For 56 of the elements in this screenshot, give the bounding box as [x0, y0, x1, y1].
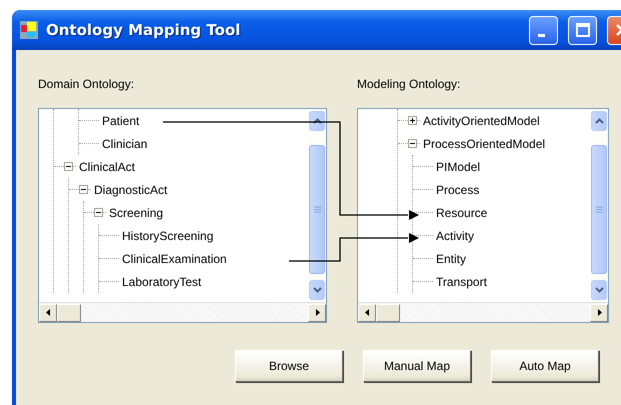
- tree-item[interactable]: ActivityOrientedModel: [420, 114, 540, 128]
- tree-item[interactable]: Transport: [433, 274, 487, 288]
- plus-icon: [409, 117, 416, 124]
- collapse-toggle[interactable]: [94, 208, 103, 217]
- collapse-toggle[interactable]: [79, 185, 88, 194]
- grip-icon: [596, 206, 602, 213]
- scrollbar-thumb[interactable]: [591, 145, 607, 274]
- tree-item[interactable]: Resource: [433, 206, 488, 220]
- maximize-button[interactable]: [568, 16, 597, 44]
- action-button[interactable]: Browse: [235, 350, 343, 382]
- scroll-up-button[interactable]: [309, 111, 325, 131]
- app-icon: [20, 21, 38, 39]
- scroll-down-button[interactable]: [591, 280, 607, 300]
- expand-toggle[interactable]: [408, 116, 417, 125]
- collapse-toggle[interactable]: [64, 162, 73, 171]
- chevron-up-icon: [312, 118, 322, 124]
- tree-item[interactable]: HistoryScreening: [119, 228, 214, 242]
- chevron-down-icon: [312, 287, 322, 293]
- minus-icon: [65, 163, 72, 170]
- minus-icon: [80, 186, 87, 193]
- tree-view[interactable]: ActivityOrientedModel ProcessOrientedModel PIModel Process Resource Activity Entity Transport: [357, 108, 609, 323]
- tree-item[interactable]: ClinicalExamination: [119, 252, 227, 266]
- chevron-down-icon: [594, 287, 604, 293]
- tree-item[interactable]: ClinicalAct: [76, 160, 136, 174]
- tree-item[interactable]: DiagnosticAct: [91, 182, 168, 196]
- minus-icon: [95, 209, 102, 216]
- scroll-down-button[interactable]: [309, 280, 325, 300]
- collapse-toggle[interactable]: [408, 139, 417, 148]
- minimize-button[interactable]: [529, 16, 558, 44]
- window-title: Ontology Mapping Tool: [46, 21, 242, 39]
- panel-label: Domain Ontology:: [38, 77, 136, 91]
- tree-view[interactable]: Patient Clinician ClinicalAct DiagnosticAct Screening HistoryScreening ClinicalExamination LaboratoryTest: [38, 108, 327, 323]
- action-button[interactable]: Manual Map: [363, 350, 471, 382]
- action-button[interactable]: Auto Map: [491, 350, 599, 382]
- tree-item[interactable]: LaboratoryTest: [119, 274, 202, 288]
- scrollbar-thumb[interactable]: [309, 145, 325, 274]
- scroll-left-button[interactable]: [39, 304, 57, 322]
- scroll-right-button[interactable]: [308, 304, 326, 322]
- panel-label: Modeling Ontology:: [357, 77, 462, 91]
- tree-item[interactable]: Clinician: [99, 136, 148, 150]
- tree-item[interactable]: ProcessOrientedModel: [420, 136, 546, 150]
- scroll-right-button[interactable]: [590, 304, 608, 322]
- minimize-icon: [538, 34, 545, 36]
- tree-item[interactable]: Activity: [433, 228, 474, 242]
- grip-icon: [314, 206, 320, 213]
- scroll-left-button[interactable]: [358, 304, 376, 322]
- left-triangle-icon: [362, 308, 372, 317]
- maximize-icon: [574, 22, 590, 38]
- tree-item[interactable]: PIModel: [433, 160, 480, 174]
- tree-item[interactable]: Entity: [433, 252, 466, 266]
- minus-icon: [409, 140, 416, 147]
- tree-item[interactable]: Process: [433, 182, 480, 196]
- tree-item[interactable]: Screening: [106, 206, 164, 220]
- left-triangle-icon: [44, 308, 52, 317]
- tree-item[interactable]: Patient: [99, 114, 140, 128]
- chevron-up-icon: [594, 118, 604, 124]
